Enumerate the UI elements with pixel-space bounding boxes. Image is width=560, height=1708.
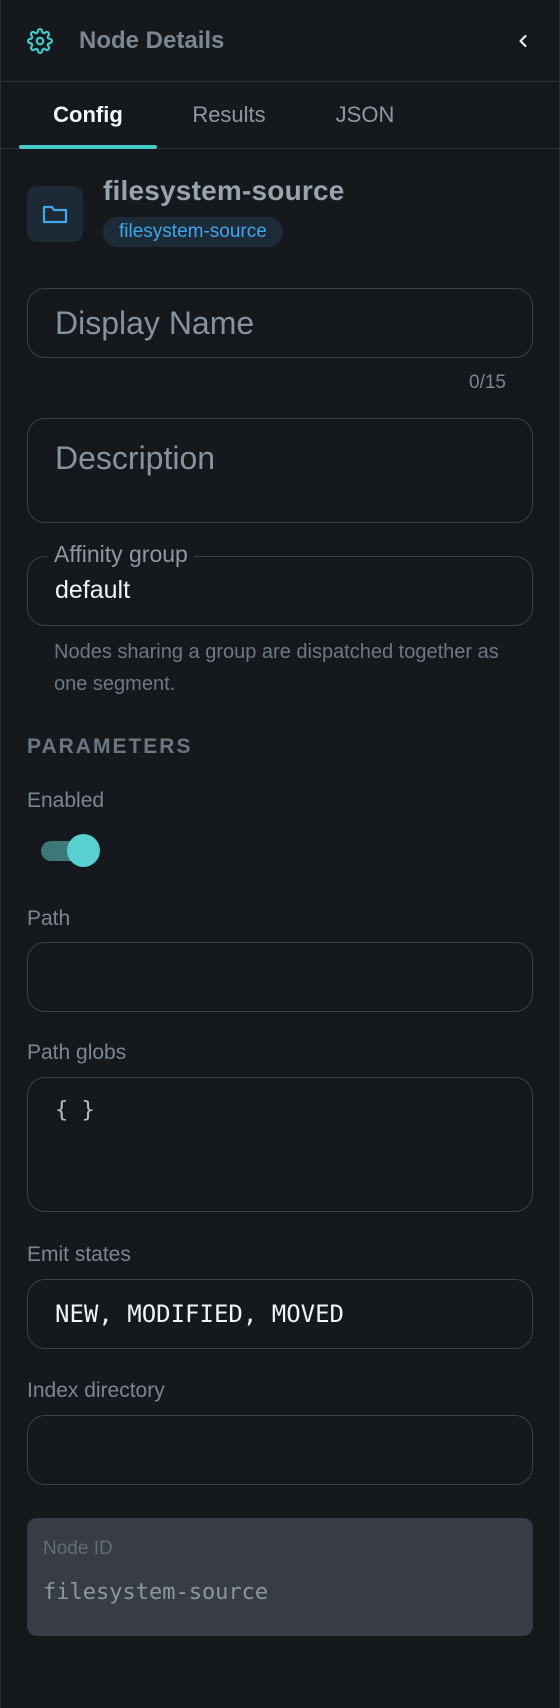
- folder-icon: [27, 186, 83, 242]
- description-placeholder: Description: [55, 440, 216, 476]
- description-field[interactable]: Description: [27, 418, 533, 523]
- path-globs-value: { }: [55, 1098, 95, 1123]
- chevron-left-icon: [519, 34, 527, 47]
- toggle-knob: [67, 834, 100, 867]
- gear-icon: [27, 27, 53, 54]
- tab-config[interactable]: Config: [19, 82, 157, 149]
- source-summary: filesystem-source filesystem-source: [27, 175, 533, 247]
- node-id-value: filesystem-source: [43, 1580, 269, 1605]
- affinity-group-helper: Nodes sharing a group are dispatched tog…: [54, 641, 499, 695]
- tab-json[interactable]: JSON: [301, 82, 429, 148]
- source-type-badge: filesystem-source: [103, 217, 283, 247]
- parameters-heading: PARAMETERS: [27, 735, 193, 758]
- panel-header: Node Details: [1, 0, 559, 82]
- path-input[interactable]: [27, 942, 533, 1012]
- emit-states-label: Emit states: [27, 1243, 131, 1266]
- affinity-group-field[interactable]: Affinity group default: [27, 541, 533, 626]
- affinity-group-value: default: [55, 576, 131, 604]
- enabled-toggle[interactable]: [41, 831, 111, 871]
- display-name-counter: 0/15: [469, 372, 506, 393]
- index-directory-input[interactable]: [27, 1415, 533, 1485]
- path-globs-editor[interactable]: { }: [27, 1077, 533, 1212]
- emit-states-input[interactable]: NEW, MODIFIED, MOVED: [27, 1279, 533, 1349]
- tab-results[interactable]: Results: [157, 82, 301, 148]
- panel-title: Node Details: [79, 26, 225, 54]
- node-id-panel: Node ID filesystem-source: [27, 1518, 533, 1636]
- affinity-group-label: Affinity group: [48, 541, 194, 568]
- collapse-button[interactable]: [507, 25, 539, 57]
- node-details-panel: Node Details Config Results JSON filesys…: [0, 0, 560, 1708]
- node-id-label: Node ID: [43, 1538, 113, 1559]
- index-directory-label: Index directory: [27, 1379, 165, 1402]
- path-label: Path: [27, 907, 71, 930]
- display-name-placeholder: Display Name: [55, 304, 255, 341]
- emit-states-value: NEW, MODIFIED, MOVED: [55, 1300, 344, 1328]
- display-name-field[interactable]: Display Name: [27, 288, 533, 358]
- config-content: filesystem-source filesystem-source Disp…: [1, 175, 559, 1636]
- source-title: filesystem-source: [103, 175, 345, 206]
- tab-bar: Config Results JSON: [1, 82, 559, 149]
- path-globs-label: Path globs: [27, 1041, 127, 1064]
- enabled-label: Enabled: [27, 789, 105, 812]
